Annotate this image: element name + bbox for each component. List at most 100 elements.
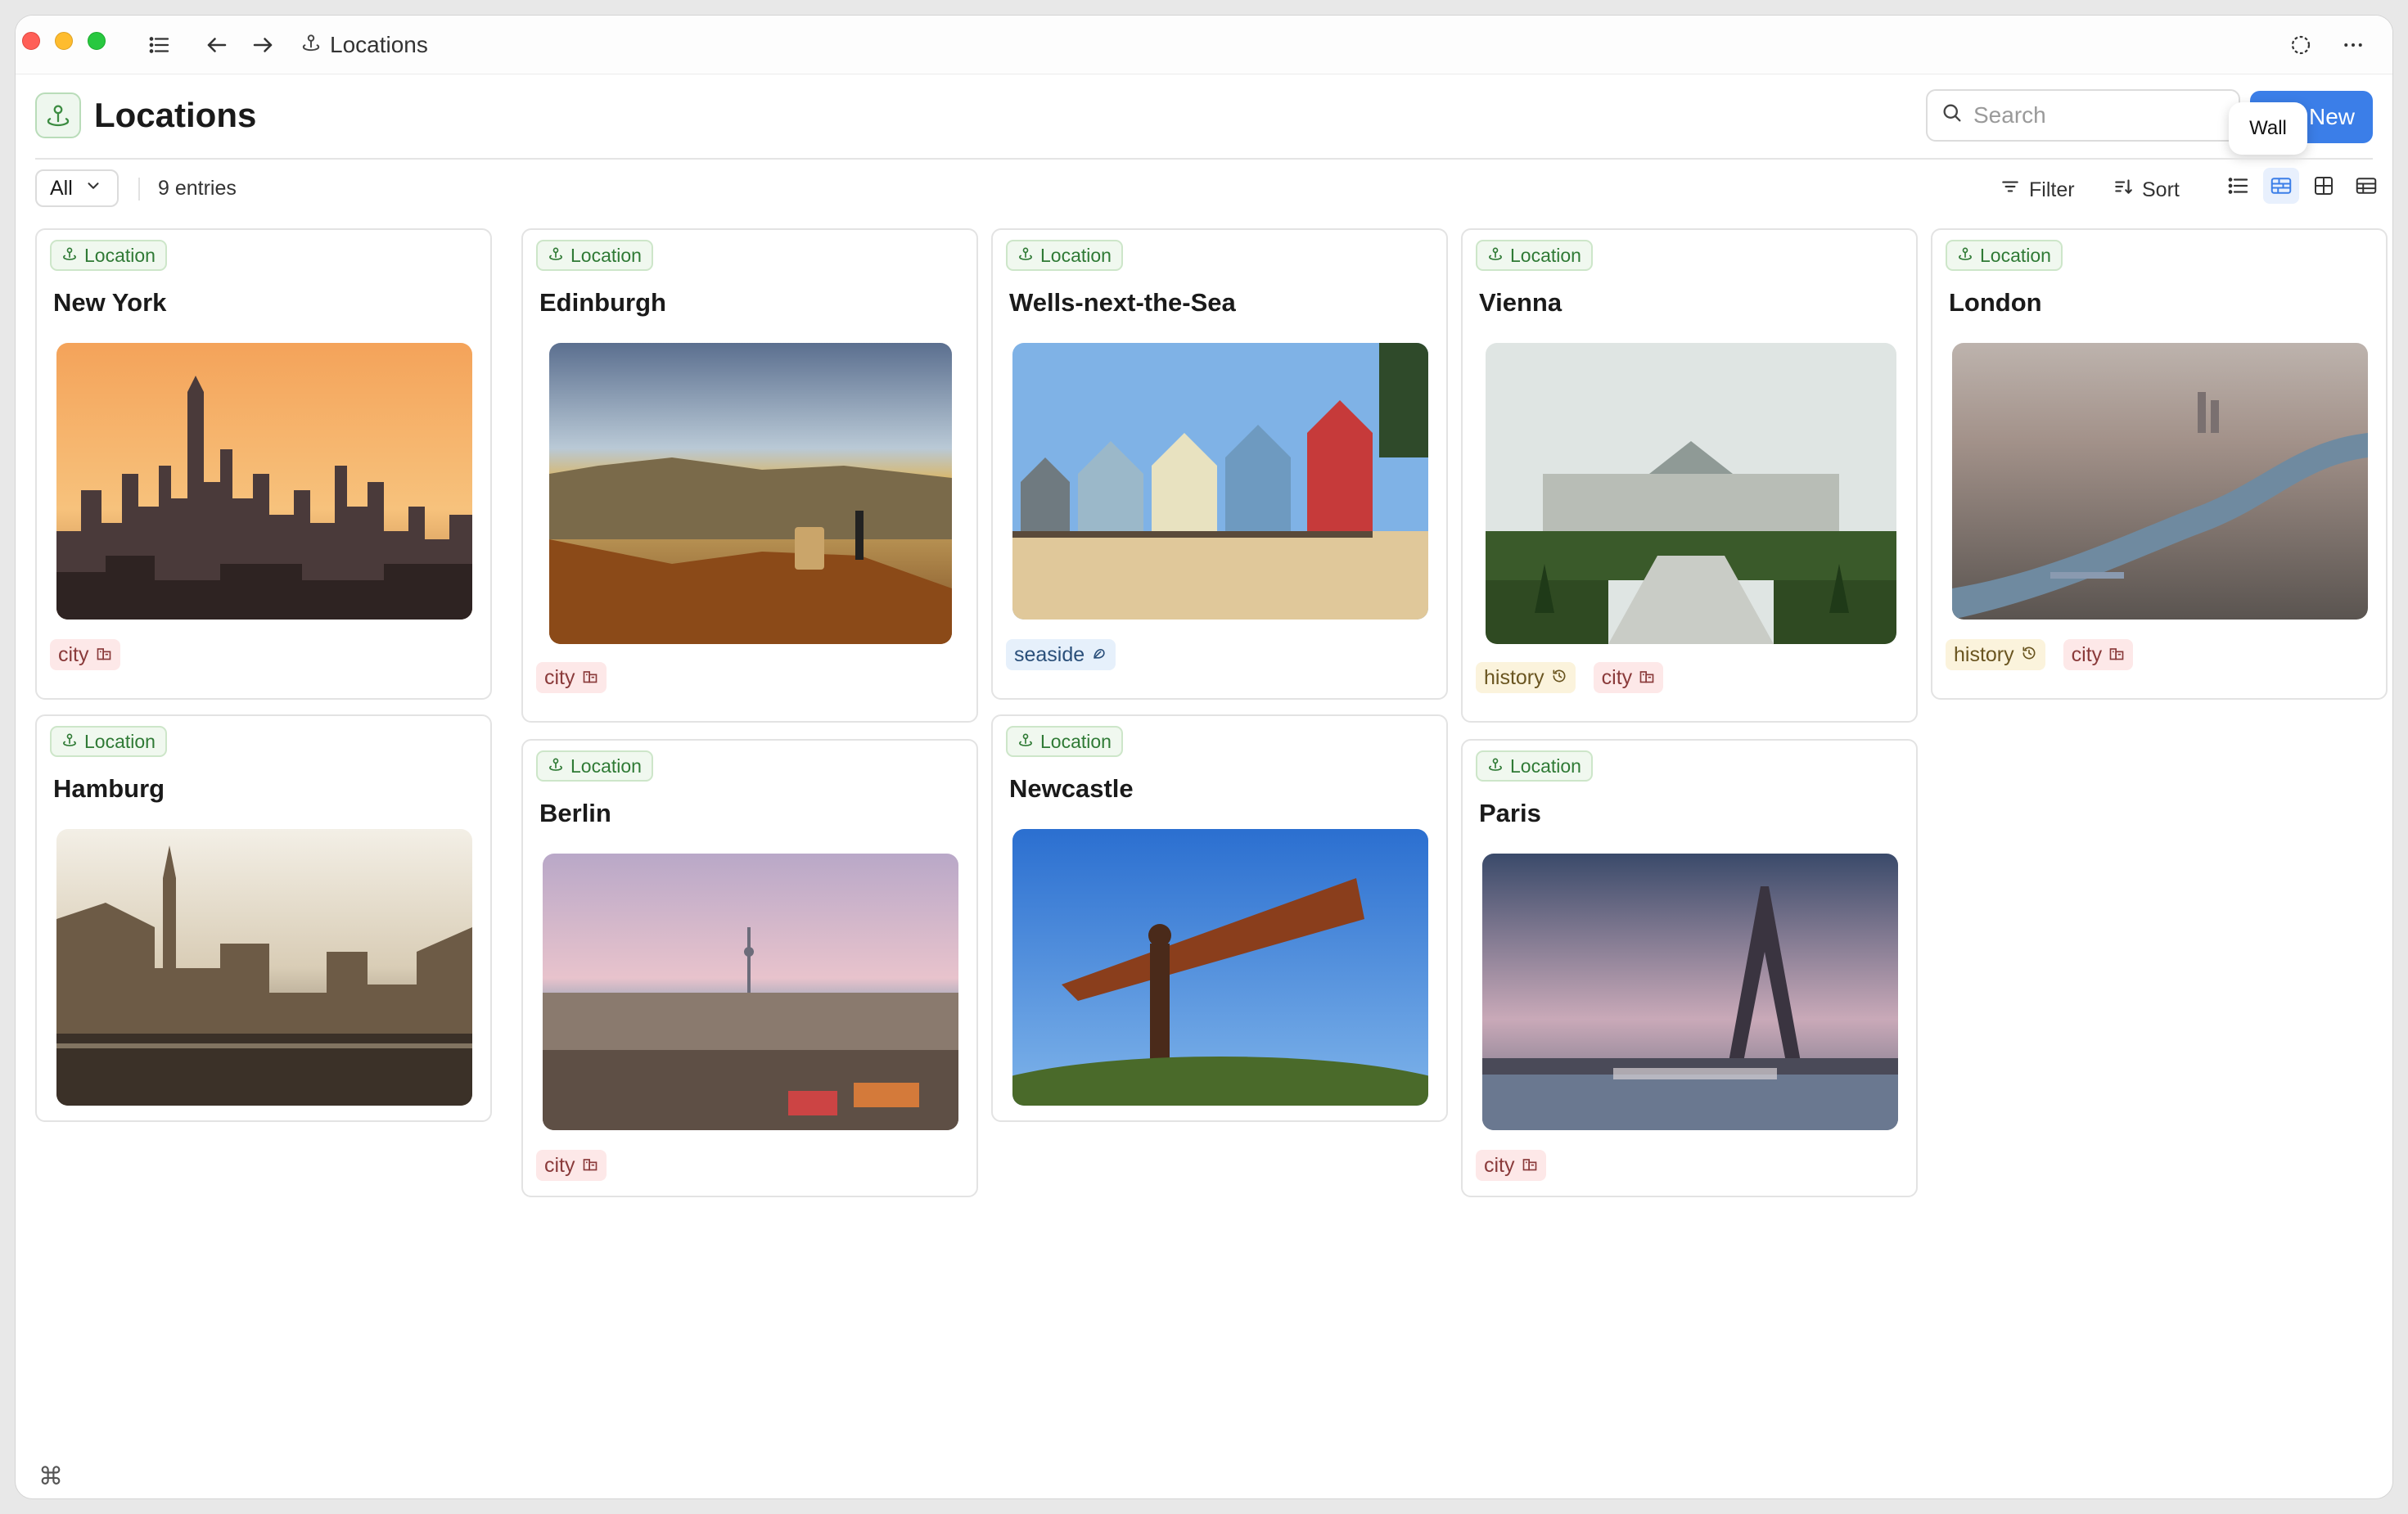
card-title: Berlin [539,799,611,827]
location-pin-icon [61,731,78,753]
page-title: Locations [94,96,257,134]
tag-seaside[interactable]: seaside [1006,639,1116,670]
type-badge: Location [536,240,653,271]
header-divider [35,158,2373,160]
tag-label: history [1484,665,1544,689]
breadcrumb-label: Locations [330,32,428,57]
location-card[interactable]: Location Paris city [1461,739,1918,1197]
card-title: Vienna [1479,288,1562,317]
tag-list: history city [1476,662,1664,693]
location-pin-icon [1957,245,1973,267]
location-card[interactable]: Location Vienna history city [1461,228,1918,723]
location-pin-icon [1017,245,1034,267]
tower-river-photo [1482,854,1898,1130]
filter-scope-value: All [50,176,73,200]
filter-button[interactable]: Filter [2000,176,2075,203]
more-options-icon[interactable] [2337,29,2370,61]
filter-icon [2000,176,2021,203]
tag-city[interactable]: city [2063,639,2134,670]
beach-huts-photo [1012,343,1428,620]
tag-label: history [1954,642,2014,666]
app-window: Locations Locations Search New Wall All … [15,15,2393,1499]
location-card[interactable]: Location Hamburg [35,714,492,1122]
back-arrow-icon[interactable] [201,29,233,61]
tag-history[interactable]: history [1946,639,2045,670]
location-pin-icon [1487,245,1504,267]
tag-city[interactable]: city [536,662,607,693]
tag-label: city [58,642,89,666]
location-card[interactable]: Location London history city [1931,228,2388,700]
aerial-river-photo [1952,343,2368,620]
type-badge: Location [1006,240,1123,271]
card-title: Paris [1479,799,1541,827]
location-pin-icon [61,245,78,267]
tag-list: history city [1946,639,2134,670]
tag-label: seaside [1014,642,1085,666]
tag-label: city [1484,1153,1515,1177]
tag-label: city [2071,642,2103,666]
card-title: Hamburg [53,774,165,803]
harbor-city-photo [56,829,472,1106]
buildings-icon [2108,643,2125,667]
tag-list: city [536,662,607,693]
type-label: Location [84,244,156,266]
breadcrumb[interactable]: Locations [300,29,428,61]
table-view-icon[interactable] [2348,168,2384,204]
wall-view-icon[interactable] [2263,168,2299,204]
sort-button[interactable]: Sort [2113,176,2180,203]
location-card[interactable]: Location Edinburgh city [521,228,978,723]
sort-label: Sort [2142,178,2180,201]
filter-label: Filter [2029,178,2075,201]
hill-view-photo [549,343,952,644]
location-card[interactable]: Location Wells-next-the-Sea seaside [991,228,1448,700]
command-shortcut-icon[interactable]: ⌘ [38,1462,63,1491]
type-badge: Location [1476,750,1593,782]
card-title: New York [53,288,167,317]
card-title: Wells-next-the-Sea [1009,288,1236,317]
history-icon [1551,666,1567,690]
filter-scope-dropdown[interactable]: All [35,169,119,207]
grid-view-icon[interactable] [2306,168,2342,204]
type-badge: Location [50,726,167,757]
type-label: Location [1980,244,2051,266]
sync-icon[interactable] [2284,29,2317,61]
forward-arrow-icon[interactable] [246,29,279,61]
chevron-down-icon [84,177,102,201]
tag-history[interactable]: history [1476,662,1576,693]
type-badge: Location [50,240,167,271]
type-label: Location [570,755,642,777]
tag-city[interactable]: city [50,639,120,670]
title-bar: Locations [16,16,2392,74]
sidebar-toggle-icon[interactable] [143,29,176,61]
location-pin-icon [548,245,564,267]
tag-city[interactable]: city [1476,1150,1546,1181]
sort-icon [2113,176,2134,203]
history-icon [2021,643,2037,667]
location-card[interactable]: Location New York city [35,228,492,700]
entry-count: 9 entries [158,177,237,200]
tag-list: city [1476,1150,1546,1181]
location-pin-icon [300,32,322,59]
buildings-icon [1522,1154,1538,1178]
close-window-button[interactable] [22,32,40,50]
location-card[interactable]: Location Berlin city [521,739,978,1197]
type-label: Location [570,244,642,266]
zoom-window-button[interactable] [88,32,106,50]
tag-label: city [544,665,575,689]
type-label: Location [84,730,156,752]
search-input[interactable]: Search [1926,89,2240,142]
list-view-icon[interactable] [2221,168,2257,204]
location-card[interactable]: Location Newcastle [991,714,1448,1122]
minimize-window-button[interactable] [55,32,73,50]
type-label: Location [1510,244,1581,266]
tag-city[interactable]: city [536,1150,607,1181]
type-label: Location [1510,755,1581,777]
tag-city[interactable]: city [1593,662,1664,693]
card-title: London [1949,288,2042,317]
type-label: Location [1040,730,1112,752]
toolbar-divider [138,178,140,201]
card-title: Newcastle [1009,774,1134,803]
palace-garden-photo [1486,343,1896,644]
buildings-icon [582,666,598,690]
location-pin-icon [548,755,564,777]
